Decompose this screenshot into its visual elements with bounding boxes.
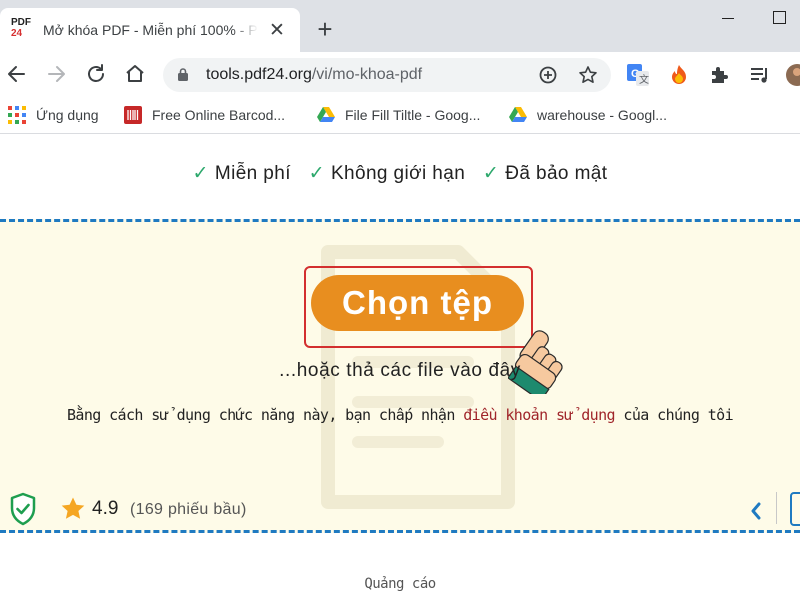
star-bookmark-icon[interactable] — [578, 65, 598, 85]
advertisement-label: Quảng cáo — [364, 576, 436, 592]
rating-value: 4.9 — [92, 498, 119, 519]
file-drop-zone[interactable]: Chọn tệp ...hoặc thả các file vào đây Bằ… — [0, 219, 800, 533]
check-icon: ✓ — [482, 163, 500, 184]
address-bar[interactable]: tools.pdf24.org/vi/mo-khoa-pdf — [163, 58, 611, 92]
url-text[interactable]: tools.pdf24.org/vi/mo-khoa-pdf — [206, 66, 422, 84]
lock-icon[interactable] — [178, 68, 188, 81]
tab-strip: PDF 24 Mở khóa PDF - Miễn phí 100% - PDF… — [0, 0, 800, 52]
google-translate-icon[interactable]: G 文 — [627, 64, 649, 86]
browser-toolbar: tools.pdf24.org/vi/mo-khoa-pdf G 文 — [0, 52, 800, 98]
new-tab-button[interactable]: + — [312, 16, 338, 42]
minimize-window-button[interactable] — [717, 8, 739, 28]
add-bookmark-plus-icon[interactable] — [538, 65, 558, 85]
check-icon: ✓ — [308, 163, 325, 184]
bookmark-label: File Fill Tiltle - Goog... — [345, 107, 481, 123]
security-shield-icon — [10, 492, 36, 526]
feature-list: ✓ Miễn phí ✓ Không giới hạn ✓ Đã bảo mật — [0, 162, 800, 185]
rating-votes: (169 phiếu bầu) — [130, 501, 247, 518]
feature-item: ✓ Miễn phí — [192, 163, 291, 184]
flame-extension-icon[interactable] — [668, 64, 690, 86]
drop-files-hint: ...hoặc thả các file vào đây — [279, 360, 521, 381]
apps-grid-icon — [8, 106, 26, 124]
bookmark-label: Free Online Barcod... — [152, 107, 286, 123]
terms-notice: Bằng cách sử dụng chức năng này, bạn chấ… — [66, 406, 734, 424]
profile-avatar[interactable] — [786, 64, 800, 86]
maximize-window-button[interactable] — [773, 11, 786, 24]
side-panel-toggle[interactable] — [790, 492, 800, 526]
barcode-site-icon — [124, 106, 142, 124]
forward-arrow-icon[interactable] — [43, 61, 69, 87]
page-content: ✓ Miễn phí ✓ Không giới hạn ✓ Đã bảo mật Ch… — [0, 135, 800, 600]
feature-item: ✓ Đã bảo mật — [482, 163, 608, 184]
media-control-icon[interactable] — [749, 64, 771, 86]
google-drive-icon — [317, 107, 335, 122]
puzzle-extensions-icon[interactable] — [708, 64, 730, 86]
bookmark-label: Ứng dụng — [36, 107, 99, 123]
star-icon — [61, 497, 85, 519]
choose-file-button[interactable]: Chọn tệp — [311, 275, 524, 331]
google-drive-icon — [509, 107, 527, 122]
terms-of-use-link[interactable]: điều khoản sử dụng — [463, 406, 615, 424]
browser-window: PDF 24 Mở khóa PDF - Miễn phí 100% - PDF… — [0, 0, 800, 600]
pdf24-favicon-icon: PDF 24 — [11, 17, 31, 39]
feature-item: ✓ Không giới hạn — [308, 163, 466, 184]
back-arrow-icon[interactable] — [4, 61, 30, 87]
tab-title: Mở khóa PDF - Miễn phí 100% - PDF24 Tool… — [43, 22, 258, 38]
bookmark-label: warehouse - Googl... — [537, 107, 667, 123]
pointing-hand-icon — [508, 330, 563, 394]
svg-text:文: 文 — [639, 73, 649, 86]
bookmarks-bar: Ứng dụng Free Online Barcod... File Fill… — [0, 98, 800, 134]
active-tab[interactable]: PDF 24 Mở khóa PDF - Miễn phí 100% - PDF… — [0, 8, 300, 52]
chevron-left-icon[interactable] — [748, 500, 764, 522]
divider — [776, 492, 777, 524]
check-icon: ✓ — [192, 163, 209, 184]
close-tab-icon[interactable]: ✕ — [266, 20, 288, 42]
home-icon[interactable] — [122, 61, 148, 87]
reload-icon[interactable] — [83, 61, 109, 87]
